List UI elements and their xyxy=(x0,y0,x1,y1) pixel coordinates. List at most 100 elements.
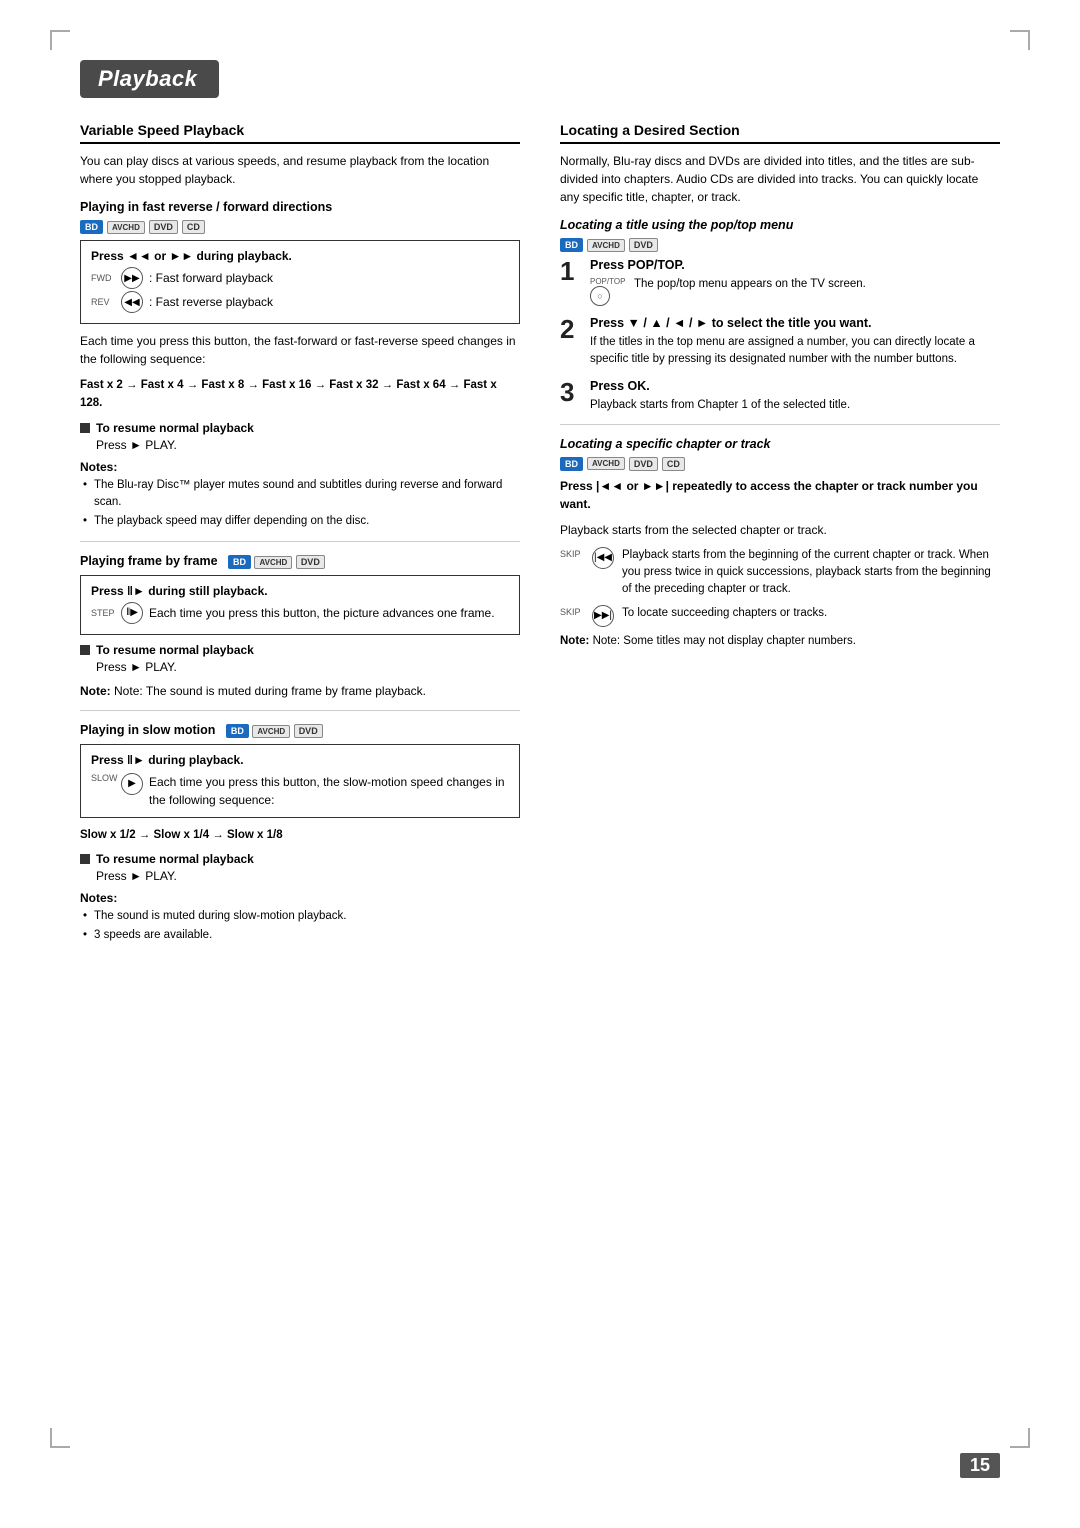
chapter-badge-dvd: DVD xyxy=(629,457,658,471)
frame-note: Note: Note: The sound is muted during fr… xyxy=(80,682,520,700)
chapter-instr-bold: Press |◄◄ or ►►| repeatedly to access th… xyxy=(560,477,1000,513)
chapter-note: Note: Note: Some titles may not display … xyxy=(560,635,1000,647)
subsection-chapter-title: Locating a specific chapter or track xyxy=(560,437,1000,451)
skip-fwd-icon: ▶▶| xyxy=(592,605,614,627)
divider-1 xyxy=(80,541,520,542)
chapter-badges: BD AVCHD DVD CD xyxy=(560,457,1000,471)
right-divider xyxy=(560,424,1000,425)
instr-box-frame: Press ‖► during still playback. STEP ‖▶ … xyxy=(80,575,520,635)
slow-sequence: Slow x 1/2 → Slow x 1/4 → Slow x 1/8 xyxy=(80,826,520,844)
step-1-desc: POP/TOP ○ The pop/top menu appears on th… xyxy=(590,276,1000,306)
step-2-action: Press ▼ / ▲ / ◄ / ► to select the title … xyxy=(590,316,1000,330)
frame-badge-dvd: DVD xyxy=(296,555,325,569)
frame-badge-avchd: AVCHD xyxy=(254,556,292,569)
skip-text-2: To locate succeeding chapters or tracks. xyxy=(622,605,1000,622)
left-section-intro: You can play discs at various speeds, an… xyxy=(80,152,520,188)
chapter-badge-bd: BD xyxy=(560,457,583,471)
page-number: 15 xyxy=(960,1453,1000,1478)
step-1-icon-label: POP/TOP ○ xyxy=(590,276,626,306)
press-fwd-rev-line: Press ◄◄ or ►► during playback. xyxy=(91,249,509,263)
badge-avchd: AVCHD xyxy=(107,221,145,234)
skip-block-2: SKIP ▶▶| To locate succeeding chapters o… xyxy=(560,605,1000,627)
step-2-body: If the titles in the top menu are assign… xyxy=(590,334,1000,369)
note-item: The sound is muted during slow-motion pl… xyxy=(80,908,520,925)
fwd-button-icon: ▶▶ xyxy=(121,267,143,289)
frame-step-icon: ‖▶ xyxy=(121,602,143,624)
slow-resume-text: Press ► PLAY. xyxy=(96,869,520,883)
slow-notes-title: Notes: xyxy=(80,891,520,905)
right-column: Locating a Desired Section Normally, Blu… xyxy=(560,122,1000,647)
skip-block-1: SKIP |◀◀ Playback starts from the beginn… xyxy=(560,547,1000,599)
rev-text: : Fast reverse playback xyxy=(149,295,273,309)
skip-back-icon: |◀◀ xyxy=(592,547,614,569)
badges-fwd-rev: BD AVCHD DVD CD xyxy=(80,220,520,234)
divider-2 xyxy=(80,710,520,711)
step-1-body: The pop/top menu appears on the TV scree… xyxy=(634,276,866,293)
slow-badge-bd: BD xyxy=(226,724,249,738)
content-columns: Variable Speed Playback You can play dis… xyxy=(80,122,1000,946)
skip-label-2: SKIP xyxy=(560,605,584,617)
instr-box-fwd-rev: Press ◄◄ or ►► during playback. FWD ▶▶ :… xyxy=(80,240,520,324)
fwd-rev-body: Each time you press this button, the fas… xyxy=(80,332,520,368)
step-2-row: 2 Press ▼ / ▲ / ◄ / ► to select the titl… xyxy=(560,316,1000,369)
step-3-number: 3 xyxy=(560,379,580,405)
skip-label-1: SKIP xyxy=(560,547,584,559)
bullet-icon xyxy=(80,423,90,433)
frame-resume-text: Press ► PLAY. xyxy=(96,660,520,674)
fwd-rev-resume: To resume normal playback Press ► PLAY. xyxy=(80,421,520,452)
slow-resume-title: To resume normal playback xyxy=(80,852,520,866)
note-item: The Blu-ray Disc™ player mutes sound and… xyxy=(80,477,520,512)
badge-cd: CD xyxy=(182,220,205,234)
frame-instr-line: Press ‖► during still playback. xyxy=(91,584,509,598)
slow-badge-dvd: DVD xyxy=(294,724,323,738)
subsection-frame-title: Playing frame by frame BD AVCHD DVD xyxy=(80,554,520,569)
slow-instr-title: Press ‖► during playback. xyxy=(91,753,509,767)
pop-badges: BD AVCHD DVD xyxy=(560,238,1000,252)
pop-top-icon: ○ xyxy=(590,286,610,306)
frame-resume-title: To resume normal playback xyxy=(80,643,520,657)
fwd-rev-resume-title: To resume normal playback xyxy=(80,421,520,435)
step-3-action: Press OK. xyxy=(590,379,1000,393)
bullet-icon xyxy=(80,645,90,655)
step-1-content: Press POP/TOP. POP/TOP ○ The pop/top men… xyxy=(590,258,1000,306)
subsection-pop-title: Locating a title using the pop/top menu xyxy=(560,218,1000,232)
frame-step-label: STEP xyxy=(91,608,115,618)
subsection-slow-title: Playing in slow motion BD AVCHD DVD xyxy=(80,723,520,738)
slow-icon: ▶ xyxy=(121,773,143,795)
step-3-body: Playback starts from Chapter 1 of the se… xyxy=(590,397,1000,414)
step-2-content: Press ▼ / ▲ / ◄ / ► to select the title … xyxy=(590,316,1000,369)
right-section-title: Locating a Desired Section xyxy=(560,122,1000,144)
pop-badge-avchd: AVCHD xyxy=(587,239,625,252)
fwd-text: : Fast forward playback xyxy=(149,271,273,285)
left-section-title: Variable Speed Playback xyxy=(80,122,520,144)
pop-badge-dvd: DVD xyxy=(629,238,658,252)
rev-label: REV xyxy=(91,297,115,307)
left-column: Variable Speed Playback You can play dis… xyxy=(80,122,520,946)
fwd-rev-notes-list: The Blu-ray Disc™ player mutes sound and… xyxy=(80,477,520,531)
fwd-label: FWD xyxy=(91,273,115,283)
fwd-rev-notes-title: Notes: xyxy=(80,460,520,474)
badge-bd: BD xyxy=(80,220,103,234)
chapter-body: Playback starts from the selected chapte… xyxy=(560,521,1000,539)
pop-badge-bd: BD xyxy=(560,238,583,252)
slow-label: SLOW xyxy=(91,773,115,783)
fwd-rev-sequence: Fast x 2 → Fast x 4 → Fast x 8 → Fast x … xyxy=(80,376,520,413)
frame-badge-bd: BD xyxy=(228,555,251,569)
step-1-row: 1 Press POP/TOP. POP/TOP ○ The pop/top m… xyxy=(560,258,1000,306)
right-section-intro: Normally, Blu-ray discs and DVDs are div… xyxy=(560,152,1000,206)
slow-resume: To resume normal playback Press ► PLAY. xyxy=(80,852,520,883)
step-1-action: Press POP/TOP. xyxy=(590,258,1000,272)
slow-item: SLOW ▶ Each time you press this button, … xyxy=(91,773,509,809)
skip-text-1: Playback starts from the beginning of th… xyxy=(622,547,1000,599)
slow-notes-list: The sound is muted during slow-motion pl… xyxy=(80,908,520,945)
badge-dvd: DVD xyxy=(149,220,178,234)
step-2-number: 2 xyxy=(560,316,580,342)
fwd-rev-resume-text: Press ► PLAY. xyxy=(96,438,520,452)
rev-item: REV ◀◀ : Fast reverse playback xyxy=(91,291,509,313)
step-3-content: Press OK. Playback starts from Chapter 1… xyxy=(590,379,1000,414)
slow-desc: Each time you press this button, the slo… xyxy=(149,773,509,809)
page-title: Playback xyxy=(80,60,219,98)
subsection-fwd-rev-title: Playing in fast reverse / forward direct… xyxy=(80,200,520,214)
fwd-item: FWD ▶▶ : Fast forward playback xyxy=(91,267,509,289)
note-item: 3 speeds are available. xyxy=(80,927,520,944)
